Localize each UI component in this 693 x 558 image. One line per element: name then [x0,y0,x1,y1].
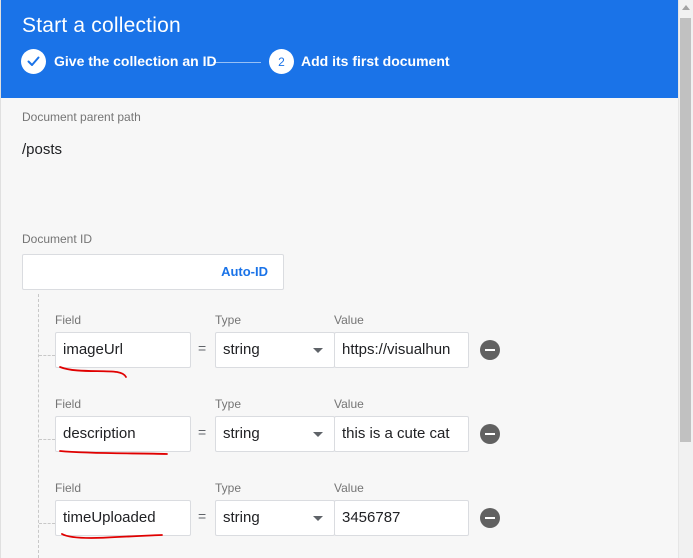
type-column-label: Type [215,397,242,411]
equals-sign: = [198,340,207,356]
step-connector [213,62,261,63]
value-column-label: Value [334,397,364,411]
dropdown-arrow-icon [313,348,323,353]
type-column-label: Type [215,481,242,495]
value-column-label: Value [334,313,364,327]
parent-path-value: /posts [22,141,63,158]
document-id-field: Auto-ID [22,254,284,290]
field-row: Field Type Value imageUrl = string https… [1,313,678,397]
start-collection-dialog: Start a collection Give the collection a… [0,0,693,558]
step-2-number: 2 [269,49,294,74]
scroll-up-arrow-icon[interactable] [682,5,690,10]
field-value-input[interactable]: this is a cute cat [334,416,469,452]
step-1-label: Give the collection an ID [54,53,217,69]
field-name-input[interactable]: description [55,416,191,452]
field-column-label: Field [55,481,82,495]
parent-path-label: Document parent path [22,110,141,124]
dialog-title: Start a collection [22,14,181,37]
auto-id-button[interactable]: Auto-ID [221,264,268,279]
type-select-value: string [223,425,260,442]
field-name-input[interactable]: timeUploaded [55,500,191,536]
type-select-value: string [223,509,260,526]
remove-field-button[interactable] [480,424,500,444]
dropdown-arrow-icon [313,516,323,521]
document-id-label: Document ID [22,232,93,246]
field-value-input[interactable]: 3456787 [334,500,469,536]
field-row: Field Type Value timeUploaded = string 3… [1,481,678,558]
type-select[interactable]: string [215,416,335,452]
type-select[interactable]: string [215,500,335,536]
document-id-input[interactable] [23,255,208,289]
equals-sign: = [198,424,207,440]
remove-field-button[interactable] [480,508,500,528]
type-column-label: Type [215,313,242,327]
scrollbar-thumb[interactable] [680,18,691,442]
dialog-header: Start a collection Give the collection a… [1,0,678,98]
remove-field-button[interactable] [480,340,500,360]
field-name-input[interactable]: imageUrl [55,332,191,368]
field-column-label: Field [55,313,82,327]
type-select-value: string [223,341,260,358]
field-column-label: Field [55,397,82,411]
dropdown-arrow-icon [313,432,323,437]
step-2-label: Add its first document [301,53,450,69]
step-complete-check-icon [21,49,46,74]
field-value-input[interactable]: https://visualhun [334,332,469,368]
field-row: Field Type Value description = string th… [1,397,678,481]
value-column-label: Value [334,481,364,495]
equals-sign: = [198,508,207,524]
type-select[interactable]: string [215,332,335,368]
